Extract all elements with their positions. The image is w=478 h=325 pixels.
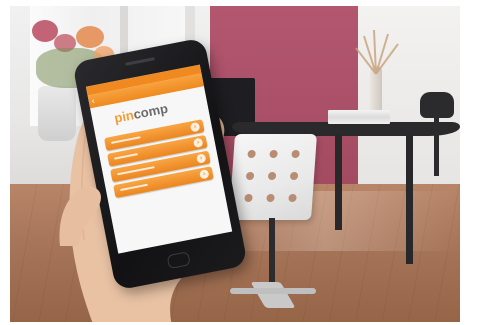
- chair-hole: [266, 194, 275, 202]
- menu-label: [120, 183, 148, 192]
- chair-hole: [288, 194, 297, 202]
- chair-hole: [291, 150, 300, 158]
- chevron-right-icon: ›: [198, 168, 210, 180]
- flower: [76, 26, 104, 48]
- white-chair-back: [228, 134, 318, 220]
- back-arrow-icon[interactable]: ‹: [91, 94, 103, 107]
- dried-branches: [355, 29, 399, 75]
- chair-base: [230, 288, 316, 294]
- book-stack: [328, 110, 390, 124]
- chair-hole: [267, 172, 277, 180]
- office-chair: [420, 92, 454, 118]
- desk-leg: [406, 134, 413, 264]
- menu-label: [116, 166, 155, 176]
- chair-hole: [269, 150, 278, 158]
- office-photo: ‹ pincomp › › › ›: [10, 6, 460, 322]
- chair-hole: [245, 172, 255, 180]
- menu-label: [113, 153, 138, 160]
- office-chair-stem: [434, 116, 439, 176]
- desk-leg: [335, 134, 342, 230]
- chair-hole: [244, 194, 253, 202]
- chair-post: [269, 218, 275, 292]
- chair-hole: [247, 150, 256, 158]
- menu-label: [110, 136, 141, 144]
- logo-comp: comp: [132, 100, 170, 122]
- chevron-right-icon: ›: [195, 153, 207, 164]
- thumb: [59, 186, 101, 246]
- chair-hole: [289, 172, 299, 180]
- chevron-right-icon: ›: [192, 137, 204, 149]
- chevron-right-icon: ›: [189, 121, 201, 133]
